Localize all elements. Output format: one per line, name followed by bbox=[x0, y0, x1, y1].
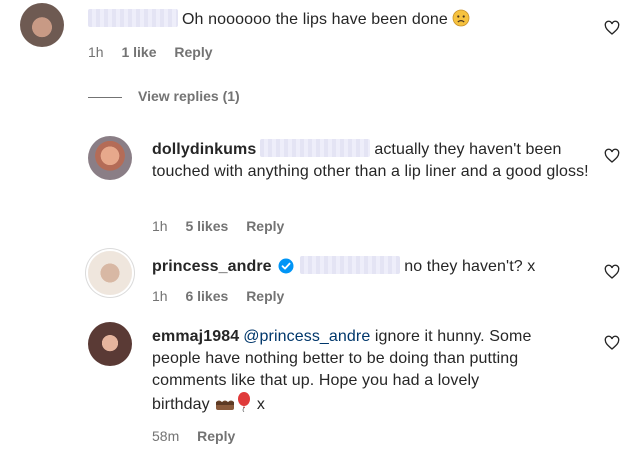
likes-count[interactable]: 1 like bbox=[121, 44, 156, 60]
comment-text: emmaj1984 @princess_andre ignore it hunny… bbox=[152, 326, 531, 419]
timestamp: 1h bbox=[152, 218, 168, 234]
comment-body-line: ignore it hunny. Some bbox=[374, 328, 532, 345]
comment-meta: 1h 5 likes Reply bbox=[152, 218, 298, 234]
balloon-icon bbox=[236, 392, 252, 419]
comment-body: no they haven't? x bbox=[404, 258, 536, 275]
cake-icon bbox=[214, 394, 236, 419]
view-replies-button[interactable]: View replies (1) bbox=[88, 88, 240, 104]
timestamp: 1h bbox=[152, 288, 168, 304]
comment-text: dollydinkums actually they haven't been t… bbox=[152, 139, 592, 183]
verified-badge-icon bbox=[278, 258, 294, 281]
redacted-text bbox=[260, 139, 371, 158]
reply-button[interactable]: Reply bbox=[246, 218, 284, 234]
comment-body-line: comments like that up. Hope you had a lo… bbox=[152, 372, 480, 389]
username[interactable]: princess_andre bbox=[152, 258, 272, 275]
avatar[interactable] bbox=[88, 322, 132, 366]
redacted-text bbox=[300, 256, 401, 275]
avatar[interactable] bbox=[88, 136, 132, 180]
comment-text: princess_andre no they haven't? x bbox=[152, 256, 535, 281]
mention-link[interactable]: @princess_andre bbox=[243, 328, 370, 345]
timestamp: 1h bbox=[88, 44, 104, 60]
comment-body-line: people have nothing better to be doing t… bbox=[152, 350, 519, 367]
heart-icon[interactable] bbox=[604, 148, 620, 164]
reply-button[interactable]: Reply bbox=[174, 44, 212, 60]
comment-text: Oh noooooo the lips have been done bbox=[88, 9, 470, 34]
heart-icon[interactable] bbox=[604, 264, 620, 280]
avatar[interactable] bbox=[88, 251, 132, 295]
username[interactable]: dollydinkums bbox=[152, 141, 256, 158]
comment-meta: 58m Reply bbox=[152, 428, 249, 444]
heart-icon[interactable] bbox=[604, 335, 620, 351]
likes-count[interactable]: 6 likes bbox=[185, 288, 228, 304]
reply-button[interactable]: Reply bbox=[246, 288, 284, 304]
divider-line bbox=[88, 96, 122, 98]
comment-meta: 1h 1 like Reply bbox=[88, 44, 227, 60]
reply-button[interactable]: Reply bbox=[197, 428, 235, 444]
avatar[interactable] bbox=[20, 3, 64, 47]
worried-face-icon bbox=[452, 9, 470, 34]
comment-body-line: birthday bbox=[152, 396, 210, 413]
redacted-username bbox=[88, 9, 178, 28]
heart-icon[interactable] bbox=[604, 20, 620, 36]
comment-body-end: x bbox=[256, 396, 265, 413]
likes-count[interactable]: 5 likes bbox=[185, 218, 228, 234]
comment-meta: 1h 6 likes Reply bbox=[152, 288, 298, 304]
username[interactable]: emmaj1984 bbox=[152, 328, 239, 345]
timestamp: 58m bbox=[152, 428, 180, 444]
view-replies-label: View replies (1) bbox=[138, 88, 240, 104]
comment-body: Oh noooooo the lips have been done bbox=[182, 11, 448, 28]
